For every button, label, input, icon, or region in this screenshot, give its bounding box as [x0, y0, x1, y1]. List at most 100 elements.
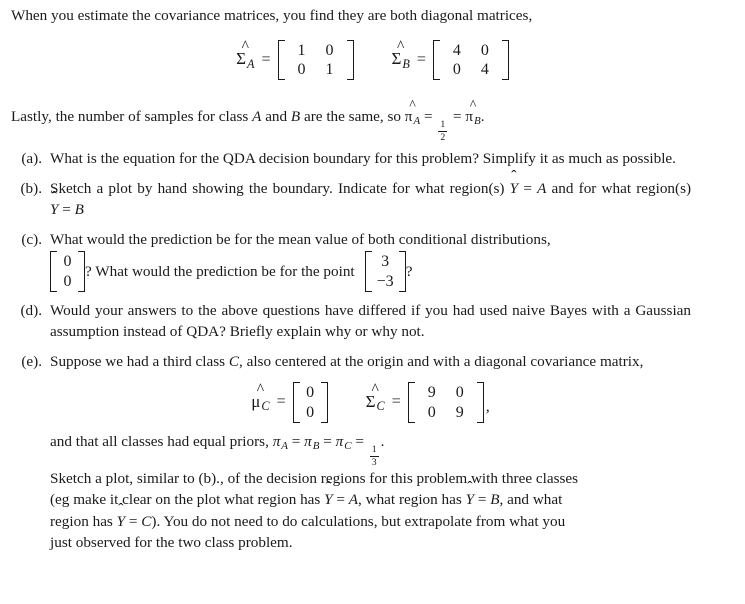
matrix-row: 10: [288, 41, 344, 60]
question-item-b: (b). Sketch a plot by hand showing the b…: [0, 178, 745, 221]
priors-text-suffix: are the same, so: [300, 108, 405, 125]
equal-priors-text: and that all classes had equal priors,: [50, 432, 273, 450]
pi-c-symbol: π: [335, 432, 344, 450]
question-item-d: (d). Would your answers to the above que…: [0, 300, 745, 343]
bracket-right-icon: [476, 382, 484, 423]
bracket-left-icon: [292, 382, 300, 423]
y-hat-symbol: ̂Y: [50, 201, 59, 219]
bracket-right-icon: [320, 382, 328, 423]
matrix-cell: 0: [306, 384, 315, 402]
sigma-b-symbol: ^ ΣB: [391, 38, 410, 71]
yhat-equals-b-math: ̂Y = B: [50, 201, 84, 218]
bracket-left-icon: [50, 251, 57, 292]
question-label-a: (a).: [21, 150, 42, 167]
matrix-cell: 4: [452, 42, 461, 59]
bracket-left-icon: [364, 251, 372, 292]
period: .: [380, 432, 385, 450]
document-page: When you estimate the covariance matrice…: [0, 0, 745, 604]
matrix-cell: 0: [63, 253, 72, 271]
matrix-row: 0: [303, 403, 318, 422]
sigma-a-symbol: ^ ΣA: [236, 38, 255, 71]
question-e-tail-line-1: and that all classes had equal priors, π…: [50, 431, 691, 468]
equals-sign: =: [261, 50, 271, 68]
bracket-right-icon: [501, 40, 509, 81]
equals-sign: =: [423, 108, 433, 125]
question-label-b: (b).: [20, 179, 42, 197]
equation-trailing-comma: ,: [485, 398, 490, 416]
matrix-cell: 9: [455, 403, 464, 421]
y-hat-symbol: ̂Y: [509, 179, 519, 197]
question-e-intro: Suppose we had a third class C, also cen…: [50, 351, 691, 373]
pi-a-symbol: ^ πA: [404, 97, 421, 128]
y-hat-symbol: ̂Y: [324, 491, 333, 509]
matrix-cell: 0: [427, 403, 436, 421]
question-label-d: (d).: [20, 301, 42, 319]
question-body-d: Would your answers to the above question…: [50, 301, 691, 341]
equals-sign: =: [276, 393, 286, 411]
matrix-cell: 9: [427, 384, 436, 402]
question-label-e: (e).: [21, 352, 42, 370]
class-a-label: A: [252, 108, 262, 125]
sigma-b-equation: ^ ΣB = 40 0 4: [391, 38, 509, 81]
question-e-text-3a: (eg make it clear on the plot what regio…: [50, 491, 325, 509]
class-b-label: B: [290, 108, 301, 125]
matrix-row: 90: [418, 383, 474, 402]
covariance-equation-row: ^ ΣA = 10 0 1 ^ ΣB = 4 0 0 4: [0, 38, 745, 81]
sigma-c-equation: ^ ΣC = 90 09 ,: [366, 380, 490, 423]
question-list: (a). What is the equation for the QDA de…: [0, 148, 745, 562]
class-b-label: B: [74, 201, 84, 219]
priors-paragraph: Lastly, the number of samples for class …: [11, 97, 711, 144]
mean-vector-matrix: 0 0: [50, 251, 85, 292]
matrix-row: 0: [60, 272, 75, 291]
priors-three-class-math: πA = πB = πC = 13: [272, 432, 379, 468]
question-e-text-4b: ). You do not need to do calculations, b…: [151, 512, 566, 530]
matrix-cell: −3: [376, 272, 394, 290]
equals-sign: =: [355, 432, 364, 450]
matrix-cell: 1: [325, 61, 334, 79]
question-e-text-3c: , what region has: [358, 491, 466, 509]
matrix-row: 40: [443, 41, 499, 60]
matrix-cell: 4: [480, 61, 489, 79]
hat-accent-icon: ^: [409, 97, 416, 113]
matrix-cell: 0: [325, 42, 334, 59]
matrix-cell: 0: [452, 61, 461, 79]
equals-sign: =: [332, 491, 349, 509]
mu-c-equation: ^ μC = 0 0: [251, 381, 328, 423]
hat-accent-icon: ^: [397, 38, 405, 56]
equals-sign: =: [416, 50, 426, 68]
question-e-tail: and that all classes had equal priors, π…: [50, 431, 691, 554]
equals-sign: =: [474, 491, 491, 509]
one-half-fraction: 12: [438, 119, 448, 144]
class-b-label: B: [490, 491, 500, 509]
point-vector-matrix: 3 −3: [364, 251, 406, 292]
question-c-vector-line: 0 0 ? What would the prediction be for t…: [50, 251, 691, 292]
pi-b-symbol: ^ πB: [465, 97, 481, 128]
matrix-cell: 0: [63, 272, 72, 290]
yhat-equals-a-math: ̂Y = A: [510, 180, 547, 197]
bracket-left-icon: [432, 40, 440, 81]
question-c-text-3: ?: [405, 262, 413, 280]
bracket-left-icon: [407, 382, 415, 423]
class-c-label: C: [141, 512, 152, 530]
question-item-e: (e). Suppose we had a third class C, als…: [0, 351, 745, 554]
question-e-text-3d: , and what: [499, 491, 563, 509]
question-e-text-1: Suppose we had a third class: [50, 352, 229, 370]
hat-accent-icon: ^: [371, 380, 379, 398]
one-third-fraction: 13: [369, 444, 379, 468]
question-body-b: Sketch a plot by hand showing the bounda…: [50, 178, 738, 221]
question-b-text-1: Sketch a plot by hand showing the bounda…: [50, 179, 510, 197]
class-c-label: C: [228, 352, 239, 370]
question-body-e: Suppose we had a third class C, also cen…: [50, 351, 738, 554]
y-hat-symbol: ̂Y: [116, 512, 126, 530]
hat-accent-icon: ^: [469, 97, 477, 113]
y-hat-symbol: ̂Y: [465, 491, 475, 509]
matrix-row: −3: [375, 272, 396, 291]
intro-paragraph: When you estimate the covariance matrice…: [11, 7, 533, 24]
question-label-c: (c).: [21, 230, 42, 248]
matrix-row: 09: [418, 403, 474, 422]
priors-text-mid: and: [261, 108, 291, 125]
equals-sign: =: [323, 432, 332, 450]
sigma-a-matrix: 10 0 1: [277, 40, 354, 81]
mu-c-matrix: 0 0: [292, 382, 328, 423]
equals-sign: =: [523, 179, 532, 197]
